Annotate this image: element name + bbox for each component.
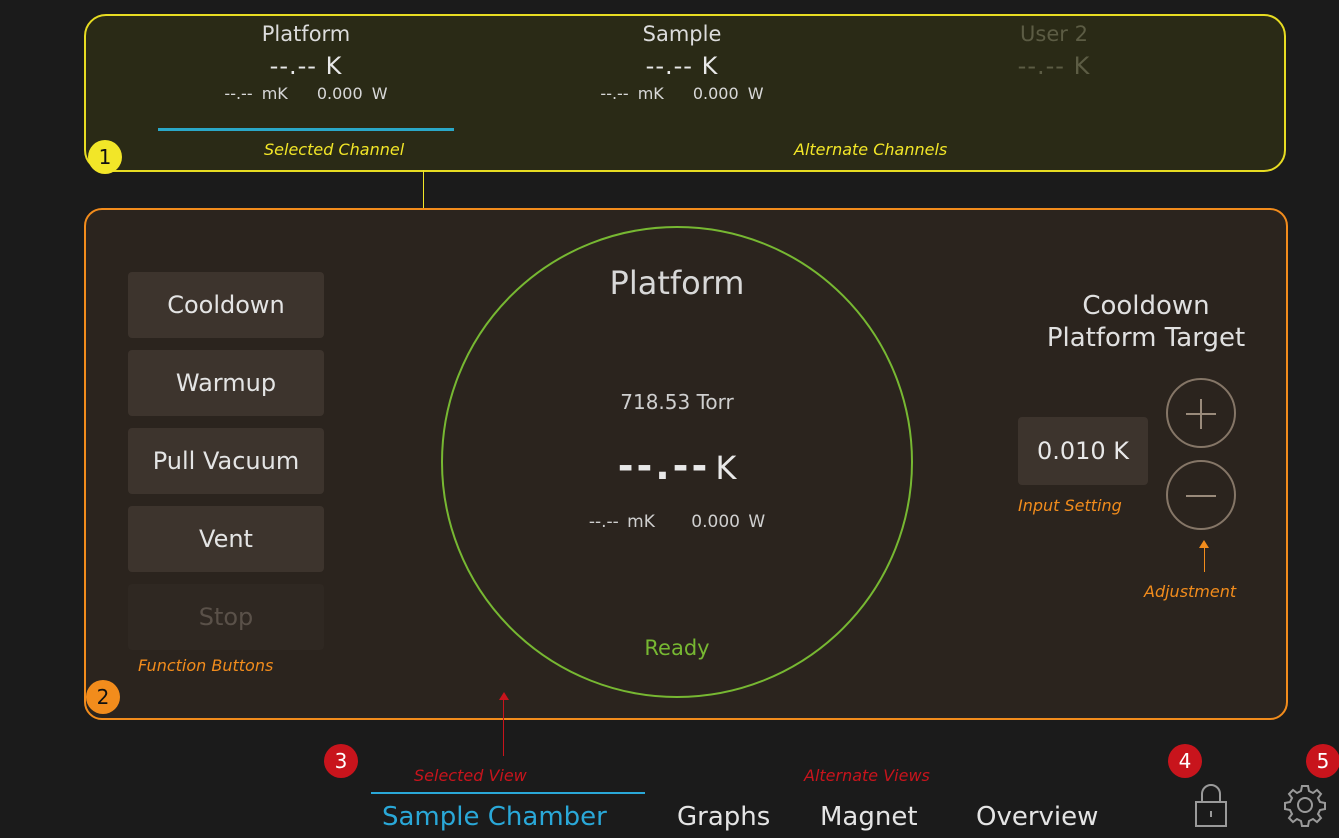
main-panel: Cooldown Warmup Pull Vacuum Vent Stop Fu… bbox=[84, 208, 1288, 720]
lock-icon bbox=[1195, 784, 1227, 827]
gauge-temperature: --.-- K bbox=[441, 444, 913, 488]
gear-icon bbox=[1284, 785, 1326, 827]
channel-temperature: --.-- K bbox=[269, 52, 343, 80]
decrement-button[interactable] bbox=[1166, 460, 1236, 530]
minus-icon bbox=[1186, 495, 1216, 497]
alternate-channels-annotation: Alternate Channels bbox=[794, 140, 948, 159]
selected-view-annotation: Selected View bbox=[414, 766, 527, 785]
callout-badge-2: 2 bbox=[86, 680, 120, 714]
selected-channel-underline bbox=[158, 128, 454, 131]
input-setting-annotation: Input Setting bbox=[1018, 496, 1122, 515]
adjustment-annotation: Adjustment bbox=[1144, 582, 1237, 601]
callout-badge-4: 4 bbox=[1168, 744, 1202, 778]
target-title-line2: Platform Target bbox=[1046, 323, 1246, 353]
pull-vacuum-button[interactable]: Pull Vacuum bbox=[128, 428, 324, 494]
increment-button[interactable] bbox=[1166, 378, 1236, 448]
channel-mk: --.-- mK bbox=[224, 84, 288, 103]
channel-name: User 2 bbox=[1020, 22, 1088, 46]
gauge-temperature-unit: K bbox=[715, 449, 737, 487]
annotation-arrow-line bbox=[1204, 548, 1205, 572]
gauge-mk: --.-- mK bbox=[588, 512, 655, 532]
gauge-subreadings: --.-- mK 0.000 W bbox=[441, 512, 913, 532]
target-title: Cooldown Platform Target bbox=[986, 290, 1306, 354]
arrow-up-icon bbox=[1199, 540, 1209, 548]
channel-mk: --.-- mK bbox=[600, 84, 664, 103]
selected-channel-annotation: Selected Channel bbox=[264, 140, 405, 159]
lock-button[interactable] bbox=[1194, 782, 1228, 830]
arrow-up-icon bbox=[499, 692, 509, 700]
channel-name: Sample bbox=[642, 22, 722, 46]
target-title-line1: Cooldown bbox=[1082, 291, 1210, 321]
channel-alternate-sample[interactable]: Sample --.-- K --.-- mK 0.000 W bbox=[522, 22, 842, 103]
gauge-title: Platform bbox=[609, 264, 745, 302]
plus-icon-vertical bbox=[1200, 399, 1202, 429]
alternate-views-annotation: Alternate Views bbox=[804, 766, 930, 785]
tab-graphs[interactable]: Graphs bbox=[677, 802, 770, 832]
channel-power: 0.000 W bbox=[316, 84, 388, 103]
selected-view-underline bbox=[371, 792, 645, 794]
cooldown-button[interactable]: Cooldown bbox=[128, 272, 324, 338]
gauge-power: 0.000 W bbox=[691, 512, 766, 532]
callout-badge-3: 3 bbox=[324, 744, 358, 778]
channel-power: 0.000 W bbox=[692, 84, 764, 103]
settings-button[interactable] bbox=[1282, 782, 1328, 828]
annotation-arrow-line bbox=[503, 700, 504, 756]
gauge-pressure: 718.53 Torr bbox=[620, 390, 734, 414]
channel-temperature: --.-- K bbox=[645, 52, 719, 80]
warmup-button[interactable]: Warmup bbox=[128, 350, 324, 416]
vent-button[interactable]: Vent bbox=[128, 506, 324, 572]
channel-alternate-user2[interactable]: User 2 --.-- K bbox=[894, 22, 1214, 80]
gauge-status: Ready bbox=[644, 636, 710, 660]
callout-badge-1: 1 bbox=[88, 140, 122, 174]
channel-name: Platform bbox=[261, 22, 351, 46]
channel-selected[interactable]: Platform --.-- K --.-- mK 0.000 W bbox=[146, 22, 466, 103]
target-input[interactable]: 0.010 K bbox=[1018, 417, 1148, 485]
channel-temperature: --.-- K bbox=[1017, 52, 1091, 80]
stop-button[interactable]: Stop bbox=[128, 584, 324, 650]
tab-magnet[interactable]: Magnet bbox=[820, 802, 918, 832]
gauge-temperature-value: --.-- bbox=[617, 444, 711, 488]
function-buttons-annotation: Function Buttons bbox=[138, 656, 274, 675]
tab-sample-chamber[interactable]: Sample Chamber bbox=[382, 802, 607, 832]
tab-overview[interactable]: Overview bbox=[976, 802, 1098, 832]
channel-panel: Platform --.-- K --.-- mK 0.000 W Sample… bbox=[84, 14, 1286, 172]
callout-badge-5: 5 bbox=[1306, 744, 1339, 778]
